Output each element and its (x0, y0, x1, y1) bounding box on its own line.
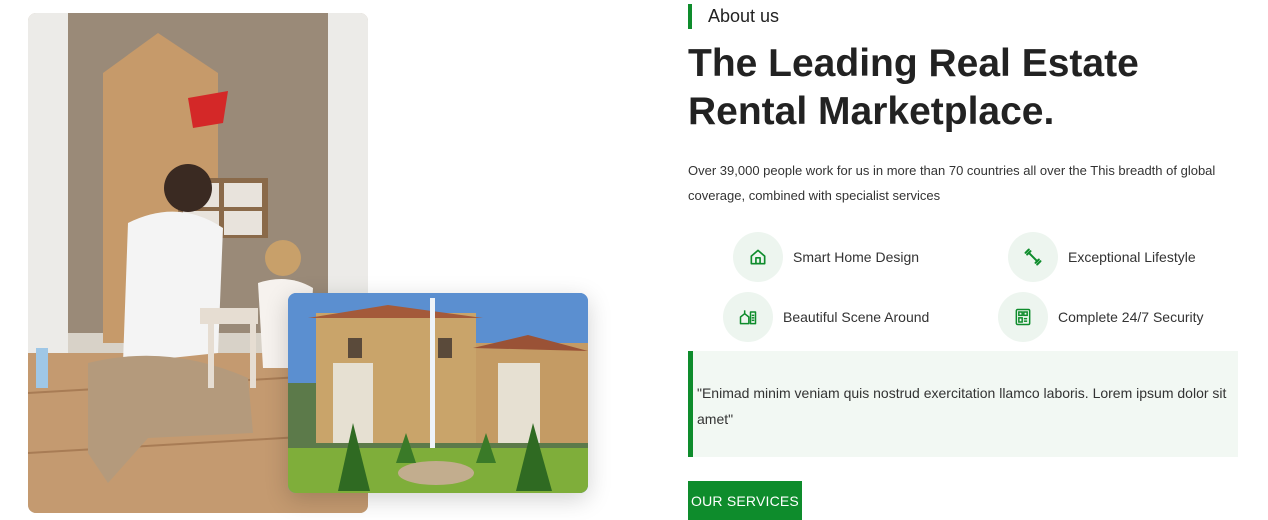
feature-security: Complete 24/7 Security (998, 292, 1204, 342)
section-description: Over 39,000 people work for us in more t… (688, 163, 1216, 203)
section-title: The Leading Real Estate Rental Marketpla… (688, 42, 1139, 133)
security-icon (998, 292, 1048, 342)
feature-label: Exceptional Lifestyle (1068, 249, 1196, 265)
feature-label: Beautiful Scene Around (783, 309, 930, 325)
house-icon (733, 232, 783, 282)
dumbbell-icon (1008, 232, 1058, 282)
feature-beautiful-scene: Beautiful Scene Around (723, 292, 929, 342)
feature-label: Complete 24/7 Security (1058, 309, 1204, 325)
testimonial-quote: "Enimad minim veniam quis nostrud exerci… (688, 351, 1238, 457)
feature-smart-home: Smart Home Design (733, 232, 919, 282)
feature-exceptional-lifestyle: Exceptional Lifestyle (1008, 232, 1196, 282)
villa-photo (288, 293, 588, 493)
our-services-button[interactable]: OUR SERVICES (688, 481, 802, 520)
section-eyebrow: About us (688, 4, 779, 29)
feature-label: Smart Home Design (793, 249, 920, 265)
scenery-icon (723, 292, 773, 342)
